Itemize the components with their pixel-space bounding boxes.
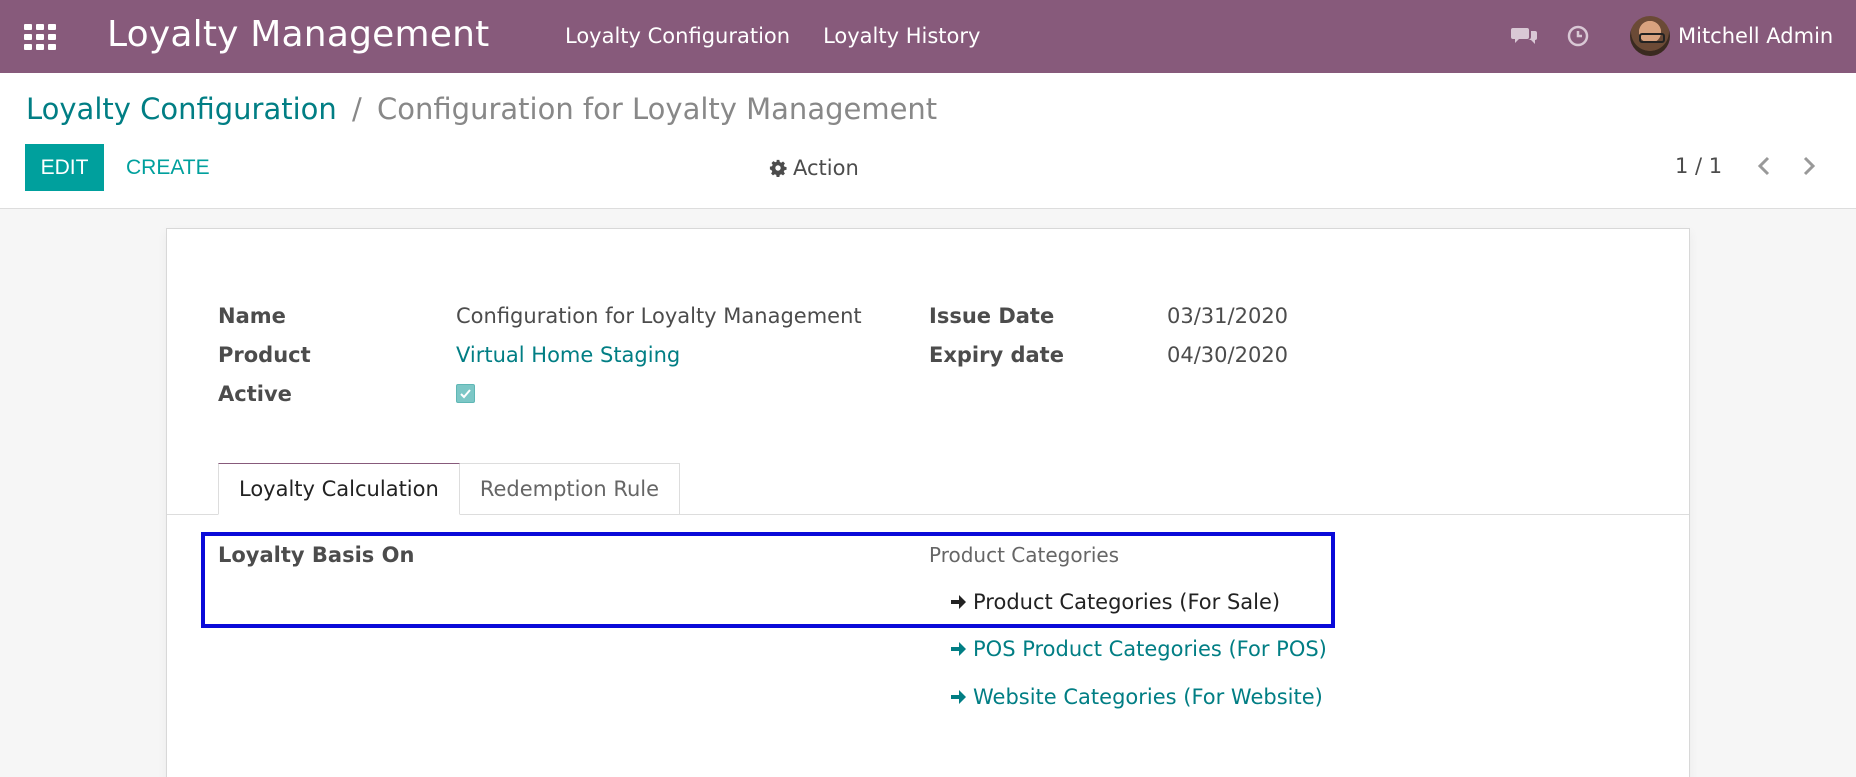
chevron-right-icon[interactable] <box>1797 154 1819 178</box>
menu-item-loyalty-configuration[interactable]: Loyalty Configuration <box>565 24 790 48</box>
create-button[interactable]: CREATE <box>112 144 224 191</box>
action-dropdown[interactable]: Action <box>769 156 859 180</box>
issue-date-label: Issue Date <box>929 304 1055 328</box>
user-avatar[interactable] <box>1630 16 1670 56</box>
tab-loyalty-calculation[interactable]: Loyalty Calculation <box>218 463 460 515</box>
tab-redemption-rule[interactable]: Redemption Rule <box>459 463 681 515</box>
arrow-right-icon <box>951 642 966 656</box>
form-sheet: Name Configuration for Loyalty Managemen… <box>166 228 1690 777</box>
expiry-date-label: Expiry date <box>929 343 1064 367</box>
product-link[interactable]: Virtual Home Staging <box>456 343 680 367</box>
product-label: Product <box>218 343 311 367</box>
active-checkbox[interactable] <box>456 384 475 403</box>
option-label: POS Product Categories (For POS) <box>973 637 1327 661</box>
notebook-tabs: Loyalty Calculation Redemption Rule <box>218 463 681 515</box>
chat-icon[interactable] <box>1511 26 1537 48</box>
breadcrumb-separator: / <box>352 92 362 126</box>
breadcrumb-parent-link[interactable]: Loyalty Configuration <box>26 92 337 126</box>
name-value: Configuration for Loyalty Management <box>456 304 862 328</box>
check-icon <box>460 388 471 398</box>
clock-icon[interactable] <box>1567 25 1589 47</box>
apps-menu-icon[interactable] <box>24 24 56 50</box>
option-pos-product-categories[interactable]: POS Product Categories (For POS) <box>949 637 1327 661</box>
breadcrumb-current: Configuration for Loyalty Management <box>377 92 938 126</box>
breadcrumb: Loyalty Configuration / Configuration fo… <box>26 92 937 126</box>
option-website-categories[interactable]: Website Categories (For Website) <box>949 685 1323 709</box>
gear-icon <box>769 159 787 177</box>
highlight-box <box>201 532 1335 628</box>
active-label: Active <box>218 382 292 406</box>
action-label: Action <box>793 156 859 180</box>
name-label: Name <box>218 304 286 328</box>
option-label: Website Categories (For Website) <box>973 685 1323 709</box>
edit-button[interactable]: EDIT <box>25 144 104 191</box>
expiry-date-value: 04/30/2020 <box>1167 343 1289 367</box>
user-name[interactable]: Mitchell Admin <box>1678 24 1833 48</box>
app-title: Loyalty Management <box>107 14 490 55</box>
pager-value: 1 / 1 <box>1675 154 1723 178</box>
main-menu: Loyalty Configuration Loyalty History <box>565 24 980 48</box>
control-panel: Loyalty Configuration / Configuration fo… <box>0 73 1856 209</box>
top-navbar: Loyalty Management Loyalty Configuration… <box>0 0 1856 73</box>
menu-item-loyalty-history[interactable]: Loyalty History <box>823 24 980 48</box>
issue-date-value: 03/31/2020 <box>1167 304 1289 328</box>
arrow-right-icon <box>951 690 966 704</box>
chevron-left-icon[interactable] <box>1754 154 1776 178</box>
